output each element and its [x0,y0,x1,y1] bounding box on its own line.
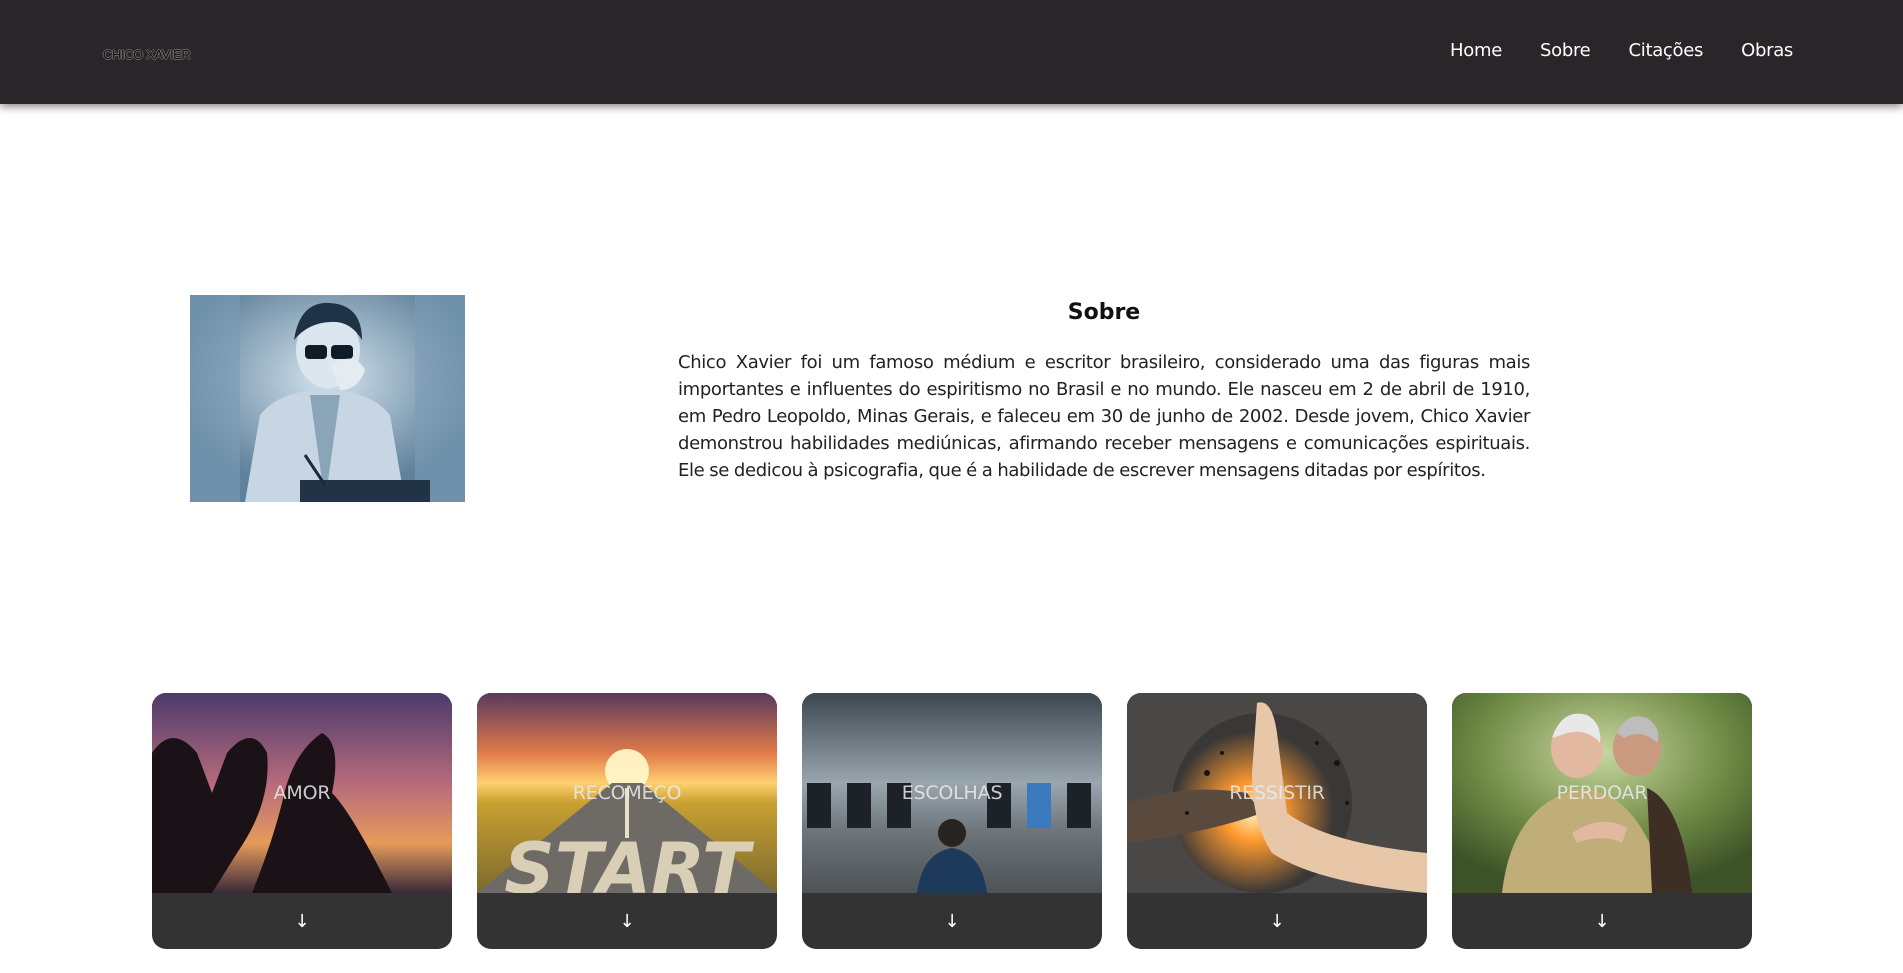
card-perdoar-label: PERDOAR [1556,782,1648,804]
topic-cards: AMOR ↓ START RECOMEÇO ↓ ESCOLHAS ↓ RESSI… [152,693,1752,949]
main-nav: Home Sobre Citações Obras [1450,40,1793,61]
card-ressistir-label: RESSISTIR [1229,782,1325,804]
card-escolhas-arrow-button[interactable]: ↓ [802,893,1102,949]
navbar: CHICO XAVIER Home Sobre Citações Obras [0,0,1903,104]
card-recomeco-arrow-button[interactable]: ↓ [477,893,777,949]
about-paragraph: Chico Xavier foi um famoso médium e escr… [678,352,1530,481]
card-recomeco[interactable]: START RECOMEÇO ↓ [477,693,777,949]
portrait-image [190,295,465,502]
card-amor-arrow-button[interactable]: ↓ [152,893,452,949]
card-ressistir[interactable]: RESSISTIR ↓ [1127,693,1427,949]
card-ressistir-arrow-button[interactable]: ↓ [1127,893,1427,949]
nav-link-citacoes[interactable]: Citações [1628,40,1703,61]
card-perdoar[interactable]: PERDOAR ↓ [1452,693,1752,949]
card-amor-label: AMOR [273,782,331,804]
nav-link-obras[interactable]: Obras [1741,40,1793,61]
card-escolhas-label: ESCOLHAS [901,782,1003,804]
about-title: Sobre [1067,300,1141,325]
card-amor[interactable]: AMOR ↓ [152,693,452,949]
card-perdoar-arrow-button[interactable]: ↓ [1452,893,1752,949]
nav-link-sobre[interactable]: Sobre [1540,40,1591,61]
site-logo[interactable]: CHICO XAVIER [103,47,191,62]
card-escolhas[interactable]: ESCOLHAS ↓ [802,693,1102,949]
nav-link-home[interactable]: Home [1450,40,1502,61]
card-recomeco-label: RECOMEÇO [572,782,682,804]
